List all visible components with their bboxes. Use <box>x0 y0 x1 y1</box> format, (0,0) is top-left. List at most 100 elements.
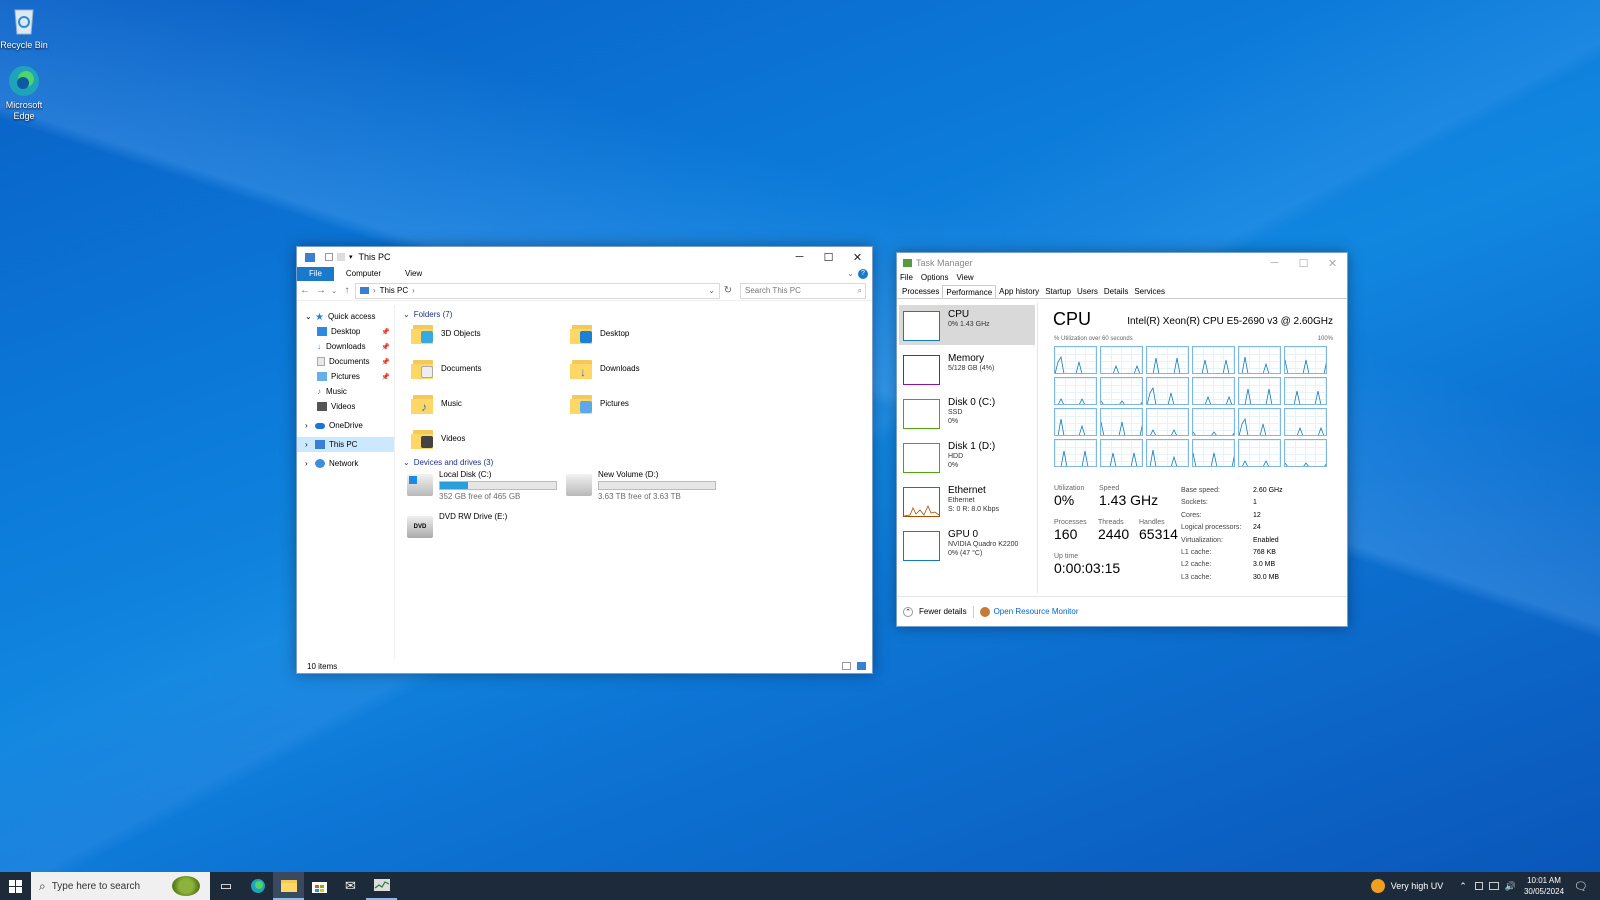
folder-music[interactable]: ♪ Music <box>411 391 462 415</box>
ribbon-tab-view[interactable]: View <box>393 267 434 281</box>
refresh-icon[interactable]: ↻ <box>720 285 736 296</box>
chevron-right-icon[interactable]: › <box>305 459 315 468</box>
taskbar: ⌕ Type here to search ▭ ✉ Very high UV ⌃… <box>0 872 1600 900</box>
network-tray-icon[interactable] <box>1488 882 1499 890</box>
qat-newfolder-icon[interactable] <box>337 253 345 261</box>
folder-documents[interactable]: Documents <box>411 356 481 380</box>
breadcrumb-this-pc[interactable]: This PC <box>380 286 408 295</box>
fewer-details-link[interactable]: Fewer details <box>919 607 967 616</box>
nav-quick-access[interactable]: ⌄ ★ Quick access <box>297 309 394 324</box>
clock[interactable]: 10:01 AM 30/05/2024 <box>1524 875 1564 897</box>
folder-downloads[interactable]: ↓ Downloads <box>570 356 640 380</box>
recent-dropdown-icon[interactable]: ⌄ <box>329 287 339 295</box>
taskbar-task-manager-icon[interactable] <box>366 872 397 900</box>
desktop-icon-recycle-bin[interactable]: Recycle Bin <box>0 4 48 51</box>
nav-this-pc[interactable]: › This PC <box>297 437 394 452</box>
search-box[interactable]: Search This PC ⌕ <box>740 282 866 299</box>
minimize-button[interactable]: ─ <box>1260 253 1289 273</box>
chevron-down-icon: ⌄ <box>403 309 410 319</box>
taskbar-store-icon[interactable] <box>304 872 335 900</box>
tab-app-history[interactable]: App history <box>996 285 1042 298</box>
resource-disk-1[interactable]: Disk 1 (D:) HDD 0% <box>899 437 1035 477</box>
chevron-right-icon[interactable]: › <box>305 421 315 430</box>
tab-services[interactable]: Services <box>1131 285 1168 298</box>
open-resource-monitor-link[interactable]: Open Resource Monitor <box>994 607 1079 616</box>
nav-item-videos[interactable]: Videos <box>297 399 394 414</box>
resource-gpu-0[interactable]: GPU 0 NVIDIA Quadro K2200 0% (47 °C) <box>899 525 1035 565</box>
tab-users[interactable]: Users <box>1074 285 1101 298</box>
nav-network[interactable]: › Network <box>297 456 394 471</box>
taskmgr-menu: File Options View <box>897 273 1347 285</box>
network-icon <box>315 459 325 468</box>
resource-disk-0[interactable]: Disk 0 (C:) SSD 0% <box>899 393 1035 433</box>
folders-group-header[interactable]: ⌄ Folders (7) <box>397 307 872 321</box>
taskbar-edge-icon[interactable] <box>242 872 273 900</box>
maximize-button[interactable]: ☐ <box>1289 253 1318 273</box>
forward-icon[interactable]: → <box>313 285 329 296</box>
folder-3d-objects[interactable]: 3D Objects <box>411 321 481 345</box>
taskbar-search-box[interactable]: ⌕ Type here to search <box>31 872 210 900</box>
up-icon[interactable]: ↑ <box>339 285 355 296</box>
explorer-titlebar[interactable]: ▾ This PC ─ ☐ ✕ <box>297 247 872 267</box>
weather-widget[interactable]: Very high UV <box>1370 879 1443 893</box>
taskbar-mail-icon[interactable]: ✉ <box>335 872 366 900</box>
resource-cpu[interactable]: CPU 0% 1.43 GHz <box>899 305 1035 345</box>
ribbon-tab-computer[interactable]: Computer <box>334 267 393 281</box>
ribbon-tab-file[interactable]: File <box>297 267 334 281</box>
volume-icon[interactable]: 🔊 <box>1505 881 1516 892</box>
menu-file[interactable]: File <box>900 273 913 285</box>
desktop-folder-icon <box>570 321 594 345</box>
chevron-right-icon[interactable]: › <box>305 440 315 449</box>
cpu-mini-graph <box>903 311 940 341</box>
nav-item-desktop[interactable]: Desktop 📌 <box>297 324 394 339</box>
details-view-icon[interactable] <box>842 662 851 670</box>
help-icon[interactable]: ? <box>858 269 868 279</box>
nav-onedrive[interactable]: › OneDrive <box>297 418 394 433</box>
downloads-folder-icon: ↓ <box>570 356 594 380</box>
minimize-button[interactable]: ─ <box>785 247 814 267</box>
back-icon[interactable]: ← <box>297 285 313 296</box>
qat-properties-icon[interactable] <box>325 253 333 261</box>
large-icons-view-icon[interactable] <box>857 662 866 670</box>
maximize-button[interactable]: ☐ <box>814 247 843 267</box>
resource-ethernet[interactable]: Ethernet Ethernet S: 0 R: 8.0 Kbps <box>899 481 1035 521</box>
action-center-icon[interactable]: 🗨 <box>1574 880 1588 893</box>
chevron-down-icon[interactable]: ⌄ <box>305 312 315 321</box>
taskmgr-titlebar[interactable]: Task Manager ─ ☐ ✕ <box>897 253 1347 273</box>
resource-memory[interactable]: Memory 5/128 GB (4%) <box>899 349 1035 389</box>
address-dropdown-icon[interactable]: ⌄ <box>708 286 715 295</box>
taskbar-file-explorer-icon[interactable] <box>273 872 304 900</box>
drive-c[interactable]: Local Disk (C:) 352 GB free of 465 GB <box>407 470 557 501</box>
task-view-button[interactable]: ▭ <box>210 872 242 900</box>
chevron-up-icon[interactable]: ⌃ <box>903 606 913 617</box>
nav-item-pictures[interactable]: Pictures 📌 <box>297 369 394 384</box>
ribbon-expand-icon[interactable]: ⌄ <box>843 267 858 281</box>
desktop-icon-edge[interactable]: Microsoft Edge <box>0 64 48 122</box>
stat-handles: Handles 65314 <box>1139 519 1178 542</box>
qat-dropdown-icon[interactable]: ▾ <box>349 253 353 261</box>
show-hidden-icons-chevron[interactable]: ⌃ <box>1459 881 1467 892</box>
drive-e[interactable]: DVD DVD RW Drive (E:) <box>407 512 507 538</box>
tab-details[interactable]: Details <box>1101 285 1131 298</box>
start-button[interactable] <box>0 872 31 900</box>
folder-pictures[interactable]: Pictures <box>570 391 629 415</box>
tab-processes[interactable]: Processes <box>899 285 942 298</box>
nav-item-documents[interactable]: Documents 📌 <box>297 354 394 369</box>
tray-app-icon[interactable] <box>1474 882 1483 890</box>
windows-drive-icon <box>407 474 433 496</box>
drives-group-header[interactable]: ⌄ Devices and drives (3) <box>397 455 493 469</box>
address-bar[interactable]: › This PC › ⌄ <box>355 282 720 299</box>
nav-item-music[interactable]: ♪ Music <box>297 384 394 399</box>
folder-videos[interactable]: Videos <box>411 426 465 450</box>
folder-desktop[interactable]: Desktop <box>570 321 629 345</box>
menu-options[interactable]: Options <box>921 273 949 285</box>
close-button[interactable]: ✕ <box>1318 253 1347 273</box>
drive-d[interactable]: New Volume (D:) 3.63 TB free of 3.63 TB <box>566 470 716 501</box>
tab-performance[interactable]: Performance <box>942 285 997 298</box>
documents-folder-icon <box>411 356 435 380</box>
drive-d-free: 3.63 TB free of 3.63 TB <box>598 492 681 501</box>
tab-startup[interactable]: Startup <box>1042 285 1074 298</box>
nav-item-downloads[interactable]: ↓ Downloads 📌 <box>297 339 394 354</box>
close-button[interactable]: ✕ <box>843 247 872 267</box>
menu-view[interactable]: View <box>956 273 973 285</box>
